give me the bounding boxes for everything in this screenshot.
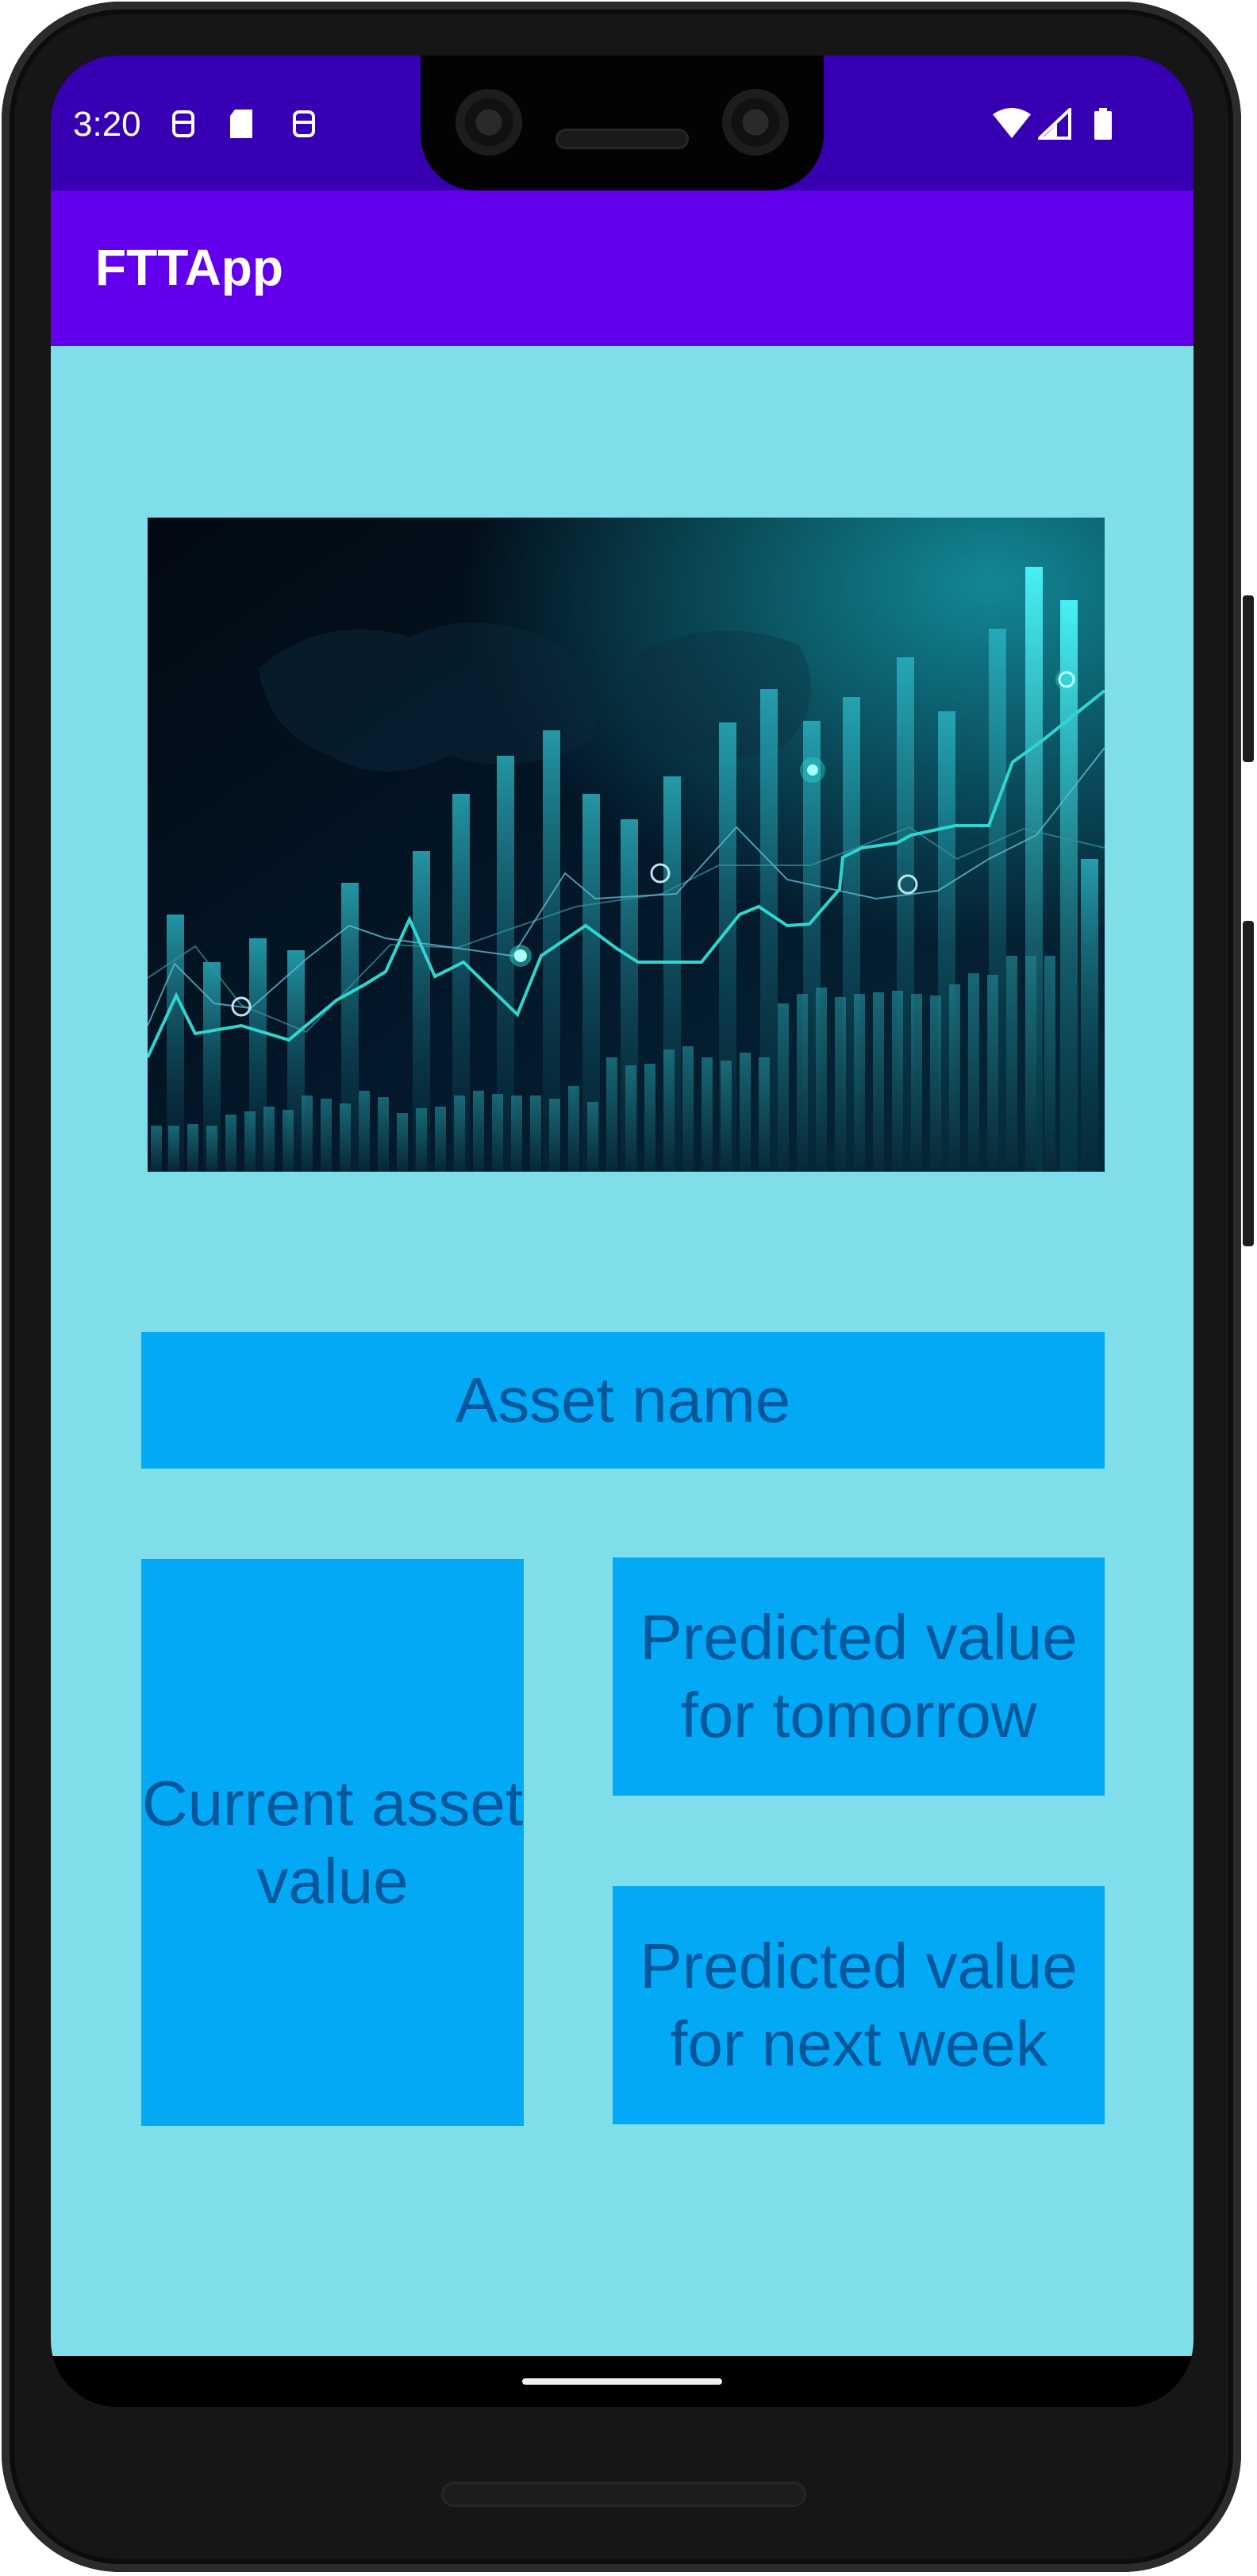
home-gesture-handle[interactable] xyxy=(522,2378,722,2385)
navigation-bar xyxy=(51,2356,1194,2407)
cell-signal-icon xyxy=(1038,108,1071,140)
front-camera-icon xyxy=(456,89,522,156)
app-bar: FTTApp xyxy=(51,191,1194,346)
sd-card-icon xyxy=(230,110,252,138)
volume-buttons xyxy=(1243,921,1254,1246)
app-title: FTTApp xyxy=(95,239,283,296)
predicted-tomorrow-card[interactable]: Predicted value for tomorrow xyxy=(613,1558,1105,1796)
notification-icon xyxy=(293,110,315,137)
main-content: Asset name Current asset value Predicted… xyxy=(51,346,1194,2356)
screen: 3:20 FTTApp Asset name Current asset val… xyxy=(51,56,1194,2407)
asset-name-card[interactable]: Asset name xyxy=(141,1332,1105,1469)
predicted-next-week-card[interactable]: Predicted value for next week xyxy=(613,1886,1105,2124)
notification-icon xyxy=(172,110,194,137)
bottom-speaker xyxy=(441,2482,806,2507)
battery-icon xyxy=(1094,108,1112,140)
current-asset-value-card[interactable]: Current asset value xyxy=(141,1559,524,2126)
power-button xyxy=(1243,595,1254,762)
stock-chart-image xyxy=(148,518,1105,1172)
wifi-icon xyxy=(993,108,1031,138)
status-time: 3:20 xyxy=(73,105,141,144)
earpiece-speaker xyxy=(555,129,689,149)
front-camera-icon xyxy=(722,89,789,156)
camera-notch xyxy=(421,56,824,191)
